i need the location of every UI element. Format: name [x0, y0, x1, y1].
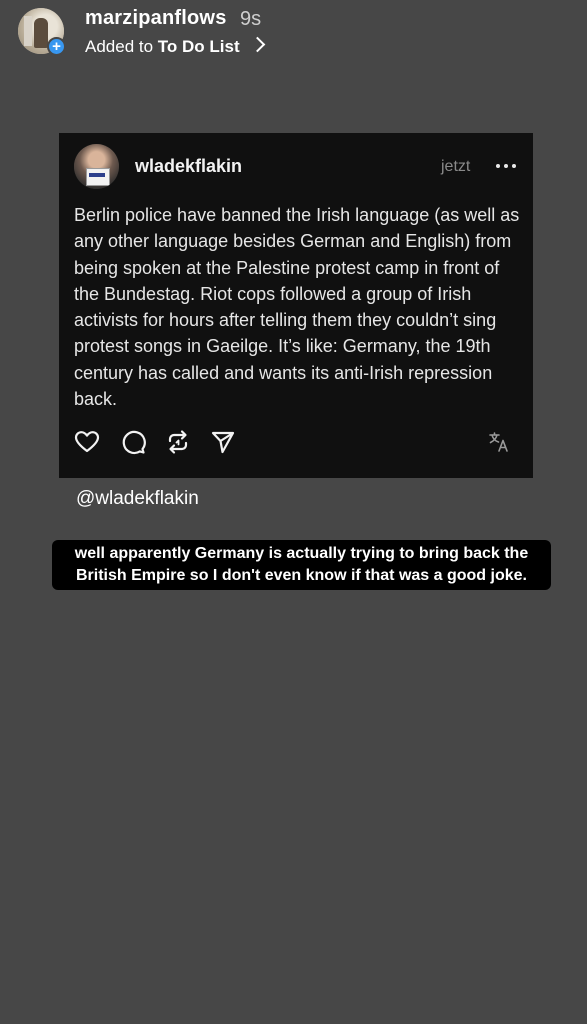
- post-author-avatar[interactable]: [74, 144, 119, 189]
- added-prefix: Added to: [85, 37, 154, 56]
- comment-icon[interactable]: [120, 429, 146, 455]
- repost-icon[interactable]: [165, 429, 191, 455]
- share-icon[interactable]: [210, 429, 236, 455]
- more-options-icon[interactable]: [495, 162, 517, 170]
- story-header: + marzipanflows 9s Added to To Do List: [0, 0, 587, 70]
- post-body: Berlin police have banned the Irish lang…: [74, 205, 520, 410]
- story-timestamp: 9s: [240, 8, 262, 30]
- story-username[interactable]: marzipanflows: [85, 7, 227, 30]
- heart-icon[interactable]: [74, 429, 100, 455]
- list-name: To Do List: [157, 37, 240, 56]
- add-story-icon[interactable]: +: [47, 37, 66, 56]
- added-to-list-link[interactable]: Added to To Do List: [85, 36, 266, 57]
- chevron-right-icon: [250, 36, 266, 53]
- embedded-post[interactable]: wladekflakin jetzt Berlin police have ba…: [59, 133, 533, 478]
- mention-sticker[interactable]: @wladekflakin: [76, 488, 199, 510]
- post-time: jetzt: [441, 158, 471, 175]
- caption-text: well apparently Germany is actually tryi…: [52, 540, 551, 590]
- translate-icon[interactable]: [488, 431, 510, 453]
- post-author[interactable]: wladekflakin: [135, 156, 242, 177]
